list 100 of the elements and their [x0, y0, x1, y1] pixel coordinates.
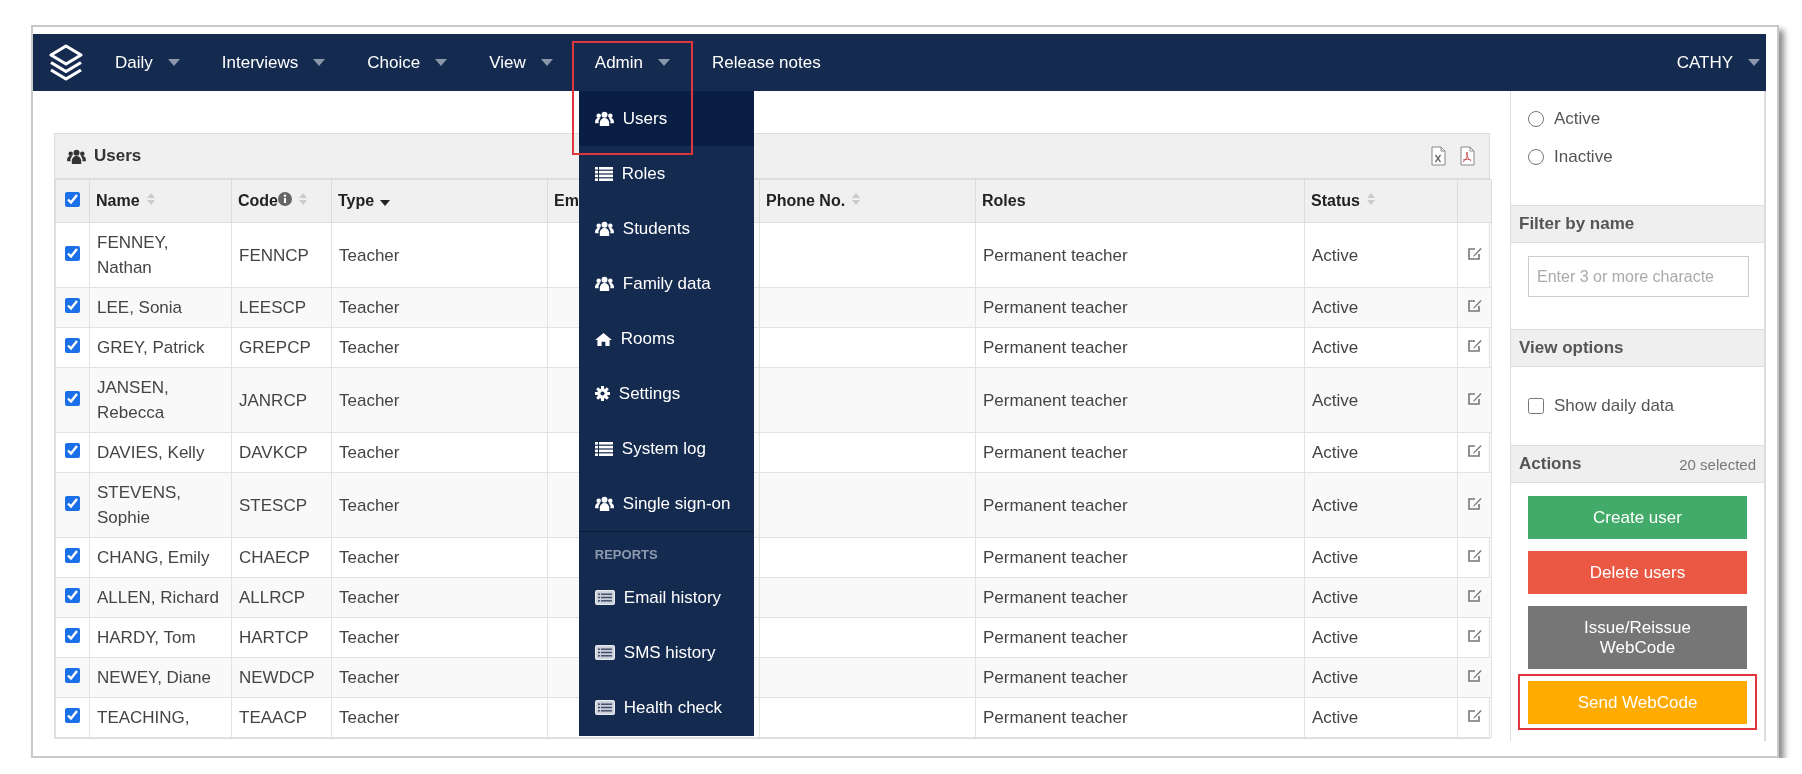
table-cell: JANSEN, Rebecca: [97, 378, 169, 422]
table-cell: Permanent teacher: [983, 390, 1128, 410]
selection-count: 20 selected: [1679, 455, 1756, 473]
table-cell: Teacher: [339, 668, 400, 687]
table-cell: Teacher: [339, 548, 400, 567]
table-cell: HARDY, Tom: [97, 628, 196, 647]
table-cell: DAVKCP: [239, 443, 308, 462]
radio-label: Inactive: [1554, 147, 1613, 167]
nav-menu-item[interactable]: View: [468, 34, 574, 91]
nav-menu-item[interactable]: Release notes: [691, 34, 842, 91]
table-cell: Active: [1312, 298, 1359, 317]
menu-item[interactable]: Health check: [578, 680, 754, 735]
table-cell: Permanent teacher: [983, 338, 1128, 357]
edit-icon: [1466, 297, 1483, 313]
row-checkbox[interactable]: [65, 668, 80, 683]
group-icon: [594, 276, 614, 291]
table-cell: Active: [1312, 245, 1359, 265]
table-cell: Teacher: [339, 495, 400, 515]
action-button[interactable]: Delete users: [1528, 551, 1747, 594]
menu-item[interactable]: Students: [578, 201, 754, 256]
row-checkbox[interactable]: [65, 298, 80, 313]
menu-item[interactable]: Email history: [578, 570, 754, 625]
table-cell: ALLEN, Richard: [97, 588, 219, 607]
edit-icon: [1466, 337, 1483, 353]
column-header[interactable]: Name: [89, 179, 232, 223]
table-cell: Permanent teacher: [983, 443, 1128, 462]
row-checkbox[interactable]: [65, 245, 80, 261]
column-header[interactable]: Code: [231, 179, 332, 223]
row-checkbox[interactable]: [65, 628, 80, 643]
menu-item[interactable]: Roles: [578, 146, 754, 201]
row-checkbox[interactable]: [65, 495, 80, 511]
table-cell: NEWDCP: [239, 668, 315, 687]
table-cell: Teacher: [339, 245, 400, 265]
edit-icon: [1466, 587, 1483, 603]
select-all-checkbox[interactable]: [65, 191, 80, 207]
column-header[interactable]: Status: [1304, 179, 1458, 223]
menu-item[interactable]: SMS history: [578, 625, 754, 680]
column-header[interactable]: Phone No.: [759, 179, 976, 223]
layers-logo: [46, 42, 86, 83]
name-filter-field[interactable]: Enter 3 or more characte: [1528, 256, 1749, 297]
menu-item[interactable]: System log: [578, 421, 754, 476]
row-checkbox[interactable]: [65, 338, 80, 353]
row-checkbox[interactable]: [65, 588, 80, 603]
table-cell: Permanent teacher: [983, 708, 1128, 727]
table-cell: Teacher: [339, 708, 400, 727]
table-cell: Teacher: [339, 588, 400, 607]
table-cell: HARTCP: [239, 628, 309, 647]
menu-item[interactable]: Rooms: [578, 311, 754, 366]
table-cell: Permanent teacher: [983, 298, 1128, 317]
gear-icon: [594, 386, 610, 401]
column-header[interactable]: Roles: [975, 179, 1305, 223]
table-cell: TEAACP: [239, 708, 308, 727]
edit-icon: [1466, 707, 1483, 723]
radio-button[interactable]: [1528, 149, 1544, 165]
menu-item[interactable]: Family data: [578, 256, 754, 311]
table-cell: Active: [1312, 338, 1359, 357]
menu-item[interactable]: Users: [578, 91, 754, 146]
table-cell: Teacher: [339, 390, 400, 410]
card-list-icon: [594, 590, 615, 605]
table-cell: Active: [1312, 443, 1359, 462]
nav-menu-item[interactable]: Choice: [346, 34, 469, 91]
menu-section-heading: REPORTS: [593, 546, 659, 564]
table-cell: Teacher: [339, 628, 400, 647]
nav-menu-item[interactable]: Interviews: [200, 34, 347, 91]
table-cell: Active: [1312, 628, 1359, 647]
radio-button[interactable]: [1528, 111, 1544, 127]
nav-menu-item[interactable]: Daily: [94, 34, 201, 91]
table-cell: Permanent teacher: [983, 628, 1128, 647]
list-icon: [594, 441, 613, 456]
pdf-export-icon: [1460, 146, 1475, 166]
group-icon: [67, 148, 86, 164]
table-cell: CHANG, Emily: [97, 548, 210, 567]
row-checkbox[interactable]: [65, 390, 80, 406]
table-cell: Permanent teacher: [983, 245, 1128, 265]
table-cell: LEESCP: [239, 298, 307, 317]
group-icon: [594, 221, 614, 236]
row-checkbox[interactable]: [65, 548, 80, 563]
column-header[interactable]: Type: [331, 179, 548, 223]
card-list-icon: [594, 700, 615, 715]
table-cell: JANRCP: [239, 390, 307, 410]
row-checkbox[interactable]: [65, 443, 80, 458]
nav-menu-item[interactable]: Admin: [573, 34, 691, 91]
table-cell: NEWEY, Diane: [97, 668, 211, 687]
home-icon: [594, 331, 612, 346]
edit-icon: [1466, 627, 1483, 643]
table-cell: FENNCP: [239, 245, 309, 265]
table-cell: Teacher: [339, 443, 400, 462]
row-checkbox[interactable]: [65, 708, 80, 723]
checkbox[interactable]: [1528, 397, 1544, 414]
checkbox-label: Show daily data: [1554, 395, 1675, 416]
group-icon: [594, 111, 614, 126]
table-cell: Permanent teacher: [983, 588, 1128, 607]
action-button[interactable]: Issue/Reissue WebCode: [1528, 606, 1747, 669]
table-cell: Active: [1312, 708, 1359, 727]
table-cell: FENNEY, Nathan: [97, 233, 169, 277]
table-cell: STEVENS, Sophie: [97, 483, 182, 527]
table-cell: Active: [1312, 390, 1359, 410]
table-cell: Permanent teacher: [983, 668, 1128, 687]
user-menu[interactable]: CATHY: [1655, 34, 1766, 91]
edit-icon: [1466, 442, 1483, 458]
